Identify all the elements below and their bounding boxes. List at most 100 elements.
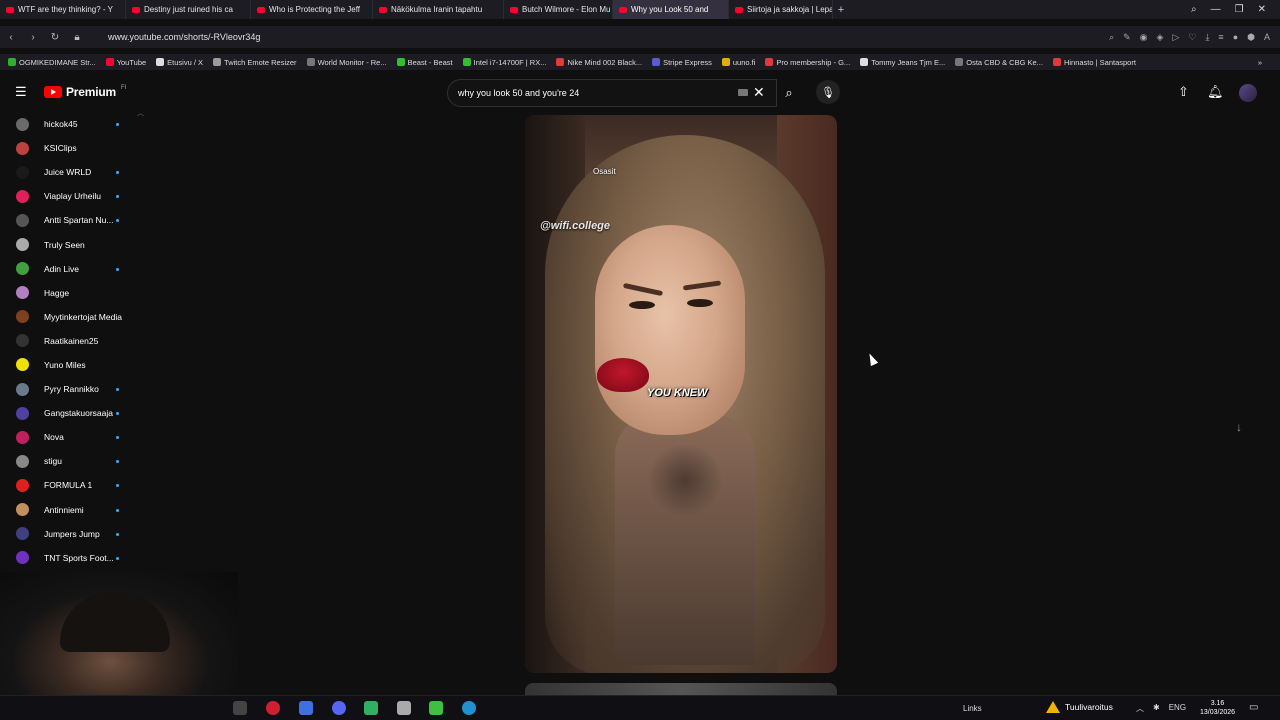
subscription-item[interactable]: Truly Seen <box>0 232 150 256</box>
subscription-item[interactable]: Yuno Miles <box>0 353 150 377</box>
bookmark-item[interactable]: Beast - Beast <box>396 58 453 67</box>
next-short-arrow-icon[interactable]: ↓ <box>1236 420 1242 434</box>
sidebar-scroll-up-icon[interactable]: ︿ <box>137 108 144 118</box>
bookmark-item[interactable]: Twitch Emote Resizer <box>213 58 297 67</box>
forward-icon[interactable]: › <box>22 32 44 43</box>
upload-icon[interactable]: ⇧ <box>1178 84 1189 100</box>
url-field[interactable]: www.youtube.com/shorts/-RVleovr34g <box>108 32 260 42</box>
discord-icon[interactable] <box>332 701 346 715</box>
account-avatar[interactable] <box>1239 84 1257 102</box>
subscription-item[interactable]: TNT Sports Foot... <box>0 546 150 570</box>
subscription-item[interactable]: hickok45 <box>0 112 150 136</box>
tray-chevron-icon[interactable]: ︿ <box>1136 703 1144 714</box>
notifications-icon[interactable]: 🔔︎ <box>1207 84 1224 100</box>
bookmark-item[interactable]: uuno.fi <box>721 58 755 67</box>
browser-tab[interactable]: Näkökulma Iranin tapahtu <box>373 0 504 19</box>
bookmark-item[interactable]: YouTube <box>105 58 146 67</box>
bookmark-item[interactable]: World Monitor - Re... <box>306 58 387 67</box>
search-button[interactable]: ⌕ <box>777 79 801 107</box>
subscription-item[interactable]: Myytinkertojat Media <box>0 305 150 329</box>
bookmark-item[interactable]: Nike Mind 002 Black... <box>556 58 642 67</box>
subscription-item[interactable]: Antinniemi <box>0 498 150 522</box>
subscription-item[interactable]: Raatikainen25 <box>0 329 150 353</box>
bookmarks-overflow-icon[interactable]: » <box>1258 58 1280 67</box>
camera-icon[interactable]: ◉ <box>1140 32 1148 43</box>
youtube-premium-logo[interactable]: Premium FI <box>44 85 126 99</box>
bluetooth-icon[interactable]: ✱ <box>1153 703 1160 714</box>
language-indicator[interactable]: ENG <box>1169 703 1186 714</box>
download-icon[interactable]: ⤓ <box>1205 32 1209 43</box>
browser-tab[interactable]: Destiny just ruined his ca <box>126 0 251 19</box>
browser-tab[interactable]: Butch Wilmore - Elon Mu <box>504 0 613 19</box>
shield-icon[interactable]: ◈ <box>1157 32 1164 43</box>
subscription-item[interactable]: Juice WRLD <box>0 160 150 184</box>
restore-icon[interactable]: ❐ <box>1235 4 1244 15</box>
bookmark-item[interactable]: Etusivu / X <box>156 58 203 67</box>
close-window-icon[interactable]: ✕ <box>1258 4 1266 15</box>
profile-icon[interactable]: ● <box>1233 32 1238 43</box>
browser-tab[interactable]: Siirtoja ja sakkoja | Lepakk <box>729 0 833 19</box>
channel-name: Gangstakuorsaaja <box>44 408 113 419</box>
notes-icon[interactable] <box>364 701 378 715</box>
lens-icon[interactable]: ⌕ <box>1109 32 1114 43</box>
hamburger-menu-icon[interactable]: ☰ <box>15 85 29 98</box>
video-caption: YOU KNEW <box>647 387 708 399</box>
edge-icon[interactable] <box>462 701 476 715</box>
bookmark-favicon-icon <box>860 58 869 66</box>
bookmark-item[interactable]: Pro membership - G... <box>765 58 850 67</box>
tab-label: Who is Protecting the Jeff <box>269 5 361 14</box>
video-channel-label[interactable]: Osasit <box>593 167 616 176</box>
bookmark-item[interactable]: Tommy Jeans Tjm E... <box>860 58 945 67</box>
heart-icon[interactable]: ♡ <box>1188 32 1196 43</box>
subscription-item[interactable]: Gangstakuorsaaja <box>0 401 150 425</box>
channel-name: stigu <box>44 456 62 467</box>
keyboard-icon[interactable] <box>738 89 748 96</box>
clock-date: 13/03/2026 <box>1200 709 1236 716</box>
minimize-icon[interactable]: — <box>1211 4 1221 15</box>
subscription-item[interactable]: stigu <box>0 449 150 473</box>
subscription-item[interactable]: Nova <box>0 425 150 449</box>
search-input[interactable]: why you look 50 and you're 24 ✕ <box>447 79 777 107</box>
task-view-icon[interactable] <box>233 701 247 715</box>
subscription-item[interactable]: Jumpers Jump <box>0 522 150 546</box>
bookmark-favicon-icon <box>306 58 315 66</box>
extension-icon[interactable]: ⬢ <box>1247 32 1255 43</box>
subscription-item[interactable]: KSIClips <box>0 136 150 160</box>
bookmark-item[interactable]: Osta CBD & CBG Ke... <box>955 58 1043 67</box>
clear-search-icon[interactable]: ✕ <box>753 84 765 101</box>
clock[interactable]: 3.16 13/03/2026 <box>1200 699 1235 717</box>
notification-center-icon[interactable]: ▭ <box>1249 702 1258 713</box>
reload-icon[interactable]: ↻ <box>44 32 66 43</box>
subscription-item[interactable]: Antti Spartan Nu... <box>0 208 150 232</box>
search-tabs-icon[interactable]: ⌕ <box>1191 4 1197 15</box>
links-toolbar[interactable]: Links <box>963 704 982 713</box>
subscription-item[interactable]: Adin Live <box>0 257 150 281</box>
opera-icon[interactable] <box>266 701 280 715</box>
bookmark-item[interactable]: Stripe Express <box>652 58 712 67</box>
settings-icon[interactable] <box>397 701 411 715</box>
bookmark-item[interactable]: Intel i7-14700F | RX... <box>462 58 546 67</box>
subscription-item[interactable]: Pyry Rannikko <box>0 377 150 401</box>
weather-label: Tuulivaroitus <box>1065 702 1113 712</box>
edit-icon[interactable]: ✎ <box>1123 32 1131 43</box>
bookmark-item[interactable]: Hinnasto | Santasport <box>1052 58 1136 67</box>
ai-icon[interactable]: A <box>1264 32 1270 43</box>
subscription-item[interactable]: FORMULA 1 <box>0 473 150 497</box>
new-tab-button[interactable]: + <box>833 4 849 16</box>
menu-icon[interactable]: ≡ <box>1218 32 1223 43</box>
shorts-video-player[interactable]: Osasit @wifi.college YOU KNEW <box>525 115 837 673</box>
new-content-dot <box>116 460 119 464</box>
subscription-item[interactable]: Viaplay Urheilu <box>0 184 150 208</box>
browser-tab[interactable]: Why you Look 50 and <box>613 0 729 19</box>
next-short-preview[interactable] <box>525 683 837 695</box>
back-icon[interactable]: ‹ <box>0 32 22 43</box>
app-icon[interactable] <box>299 701 313 715</box>
browser-tab[interactable]: WTF are they thinking? - Y <box>0 0 126 19</box>
subscription-item[interactable]: Hagge <box>0 281 150 305</box>
weather-widget[interactable]: Tuulivaroitus <box>1046 701 1113 713</box>
browser-tab[interactable]: Who is Protecting the Jeff <box>251 0 373 19</box>
voice-search-button[interactable]: 🎙︎ <box>816 80 840 104</box>
media-icon[interactable] <box>429 701 443 715</box>
play-icon[interactable]: ▷ <box>1172 32 1179 43</box>
bookmark-item[interactable]: OGMIKEDIMANE Str... <box>8 58 96 67</box>
